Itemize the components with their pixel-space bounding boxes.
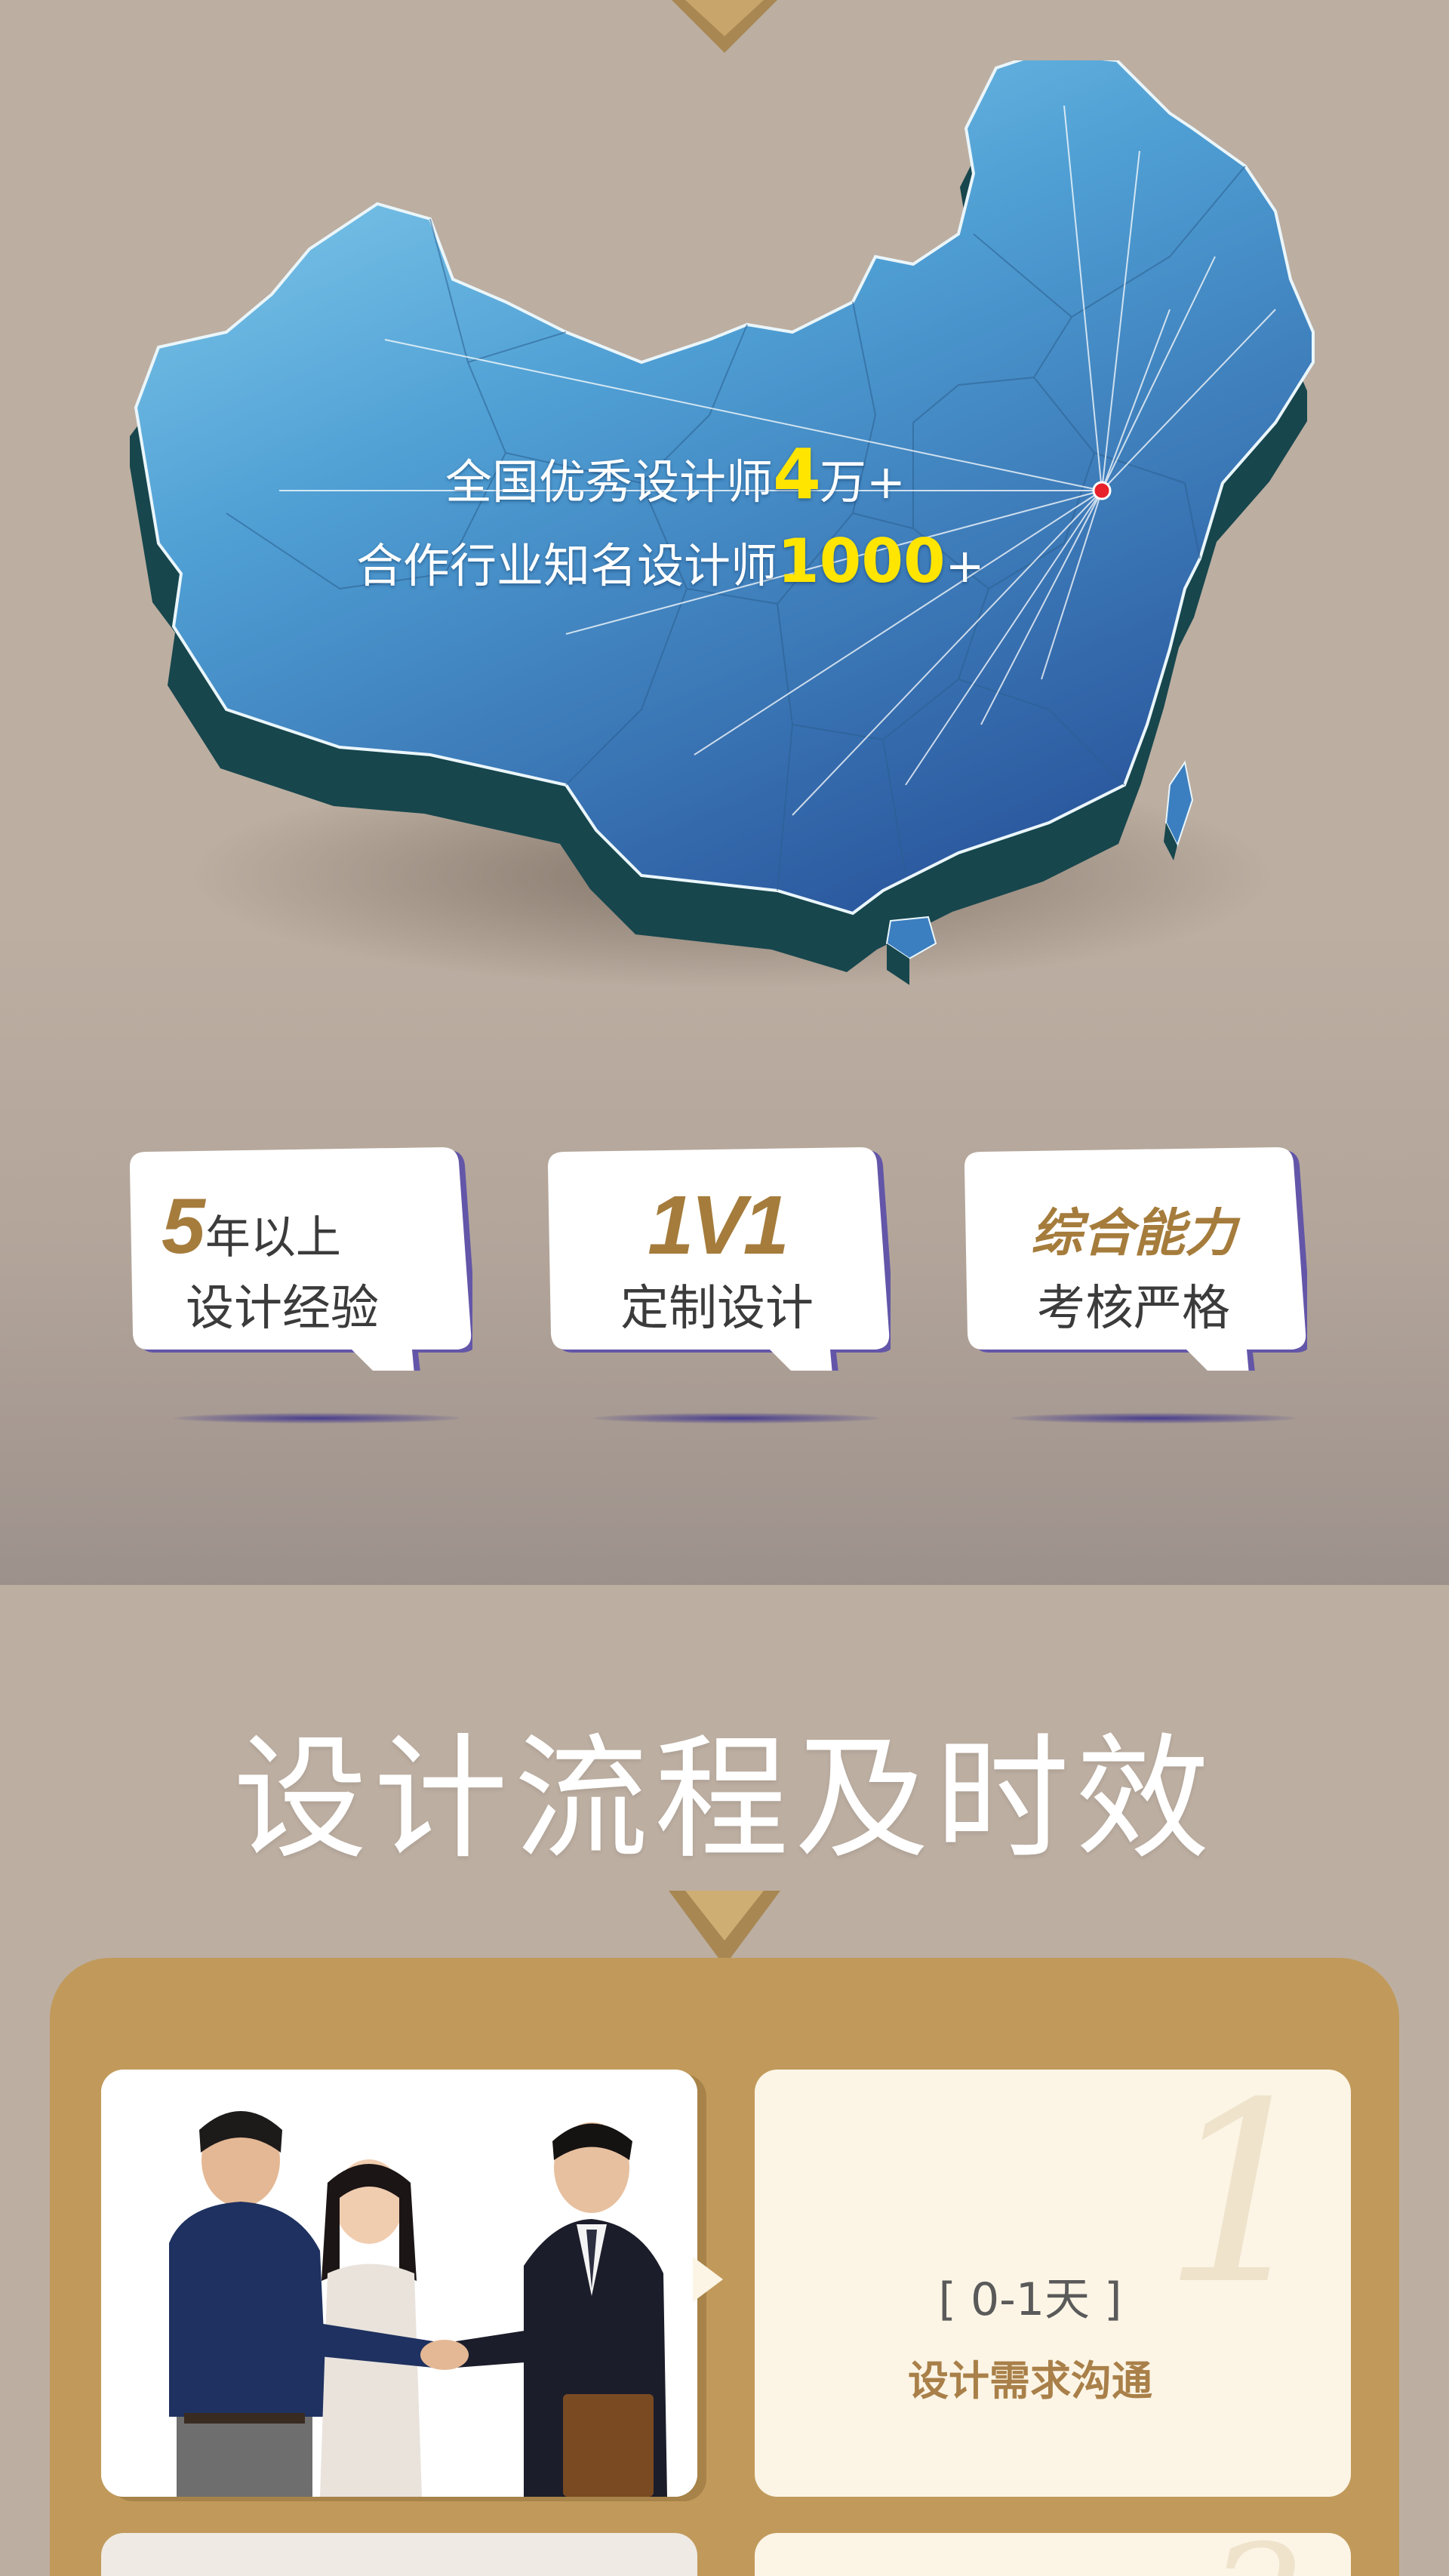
designer-network-section: 全国优秀设计师4万+ 合作行业知名设计师1000+ 5年以上 设计经验 1V1 … bbox=[0, 0, 1449, 1585]
partner-count-text: 合作行业知名设计师1000+ bbox=[356, 526, 985, 596]
experience-years-highlight: 5 bbox=[162, 1183, 205, 1270]
assessment-label: 考核严格 bbox=[1037, 1281, 1230, 1337]
step-photo-next bbox=[101, 2533, 697, 2576]
section-title: 设计流程及时效 bbox=[233, 1721, 1216, 1877]
custom-design-label: 定制设计 bbox=[620, 1281, 814, 1337]
designer-count-text: 全国优秀设计师4万+ bbox=[445, 434, 906, 515]
connector-arrow-icon bbox=[693, 2257, 723, 2302]
step-photo-consultation bbox=[101, 2070, 697, 2497]
step-duration: [ 0-1天 ] bbox=[938, 2273, 1122, 2326]
feature-bubble-custom: 1V1 定制设计 bbox=[543, 1144, 891, 1371]
experience-label: 设计经验 bbox=[186, 1281, 379, 1337]
one-on-one-highlight: 1V1 bbox=[648, 1179, 789, 1272]
step-number: 2 bbox=[1210, 2533, 1306, 2576]
feature-bubble-experience: 5年以上 设计经验 bbox=[125, 1144, 472, 1371]
design-process-section: 设计流程及时效 1 [0-1天] 设计需求沟通 bbox=[0, 1585, 1449, 2576]
feature-bubble-assessment: 综合能力 考核严格 bbox=[960, 1144, 1307, 1371]
step-card-1: 1 [ 0-1天 ] 设计需求沟通 bbox=[755, 2070, 1351, 2497]
chevron-down-icon bbox=[672, 0, 777, 53]
ability-highlight: 综合能力 bbox=[1030, 1205, 1236, 1262]
bubble-shadow bbox=[593, 1413, 880, 1423]
step-title: 设计需求沟通 bbox=[908, 2357, 1152, 2405]
partner-count-number: 1000 bbox=[777, 526, 946, 596]
designer-count-number: 4 bbox=[773, 434, 821, 515]
step-card-2: 2 bbox=[755, 2533, 1351, 2576]
bubble-shadow bbox=[1010, 1413, 1297, 1423]
handshake-photo bbox=[101, 2070, 697, 2497]
bubble-shadow bbox=[174, 1413, 460, 1423]
